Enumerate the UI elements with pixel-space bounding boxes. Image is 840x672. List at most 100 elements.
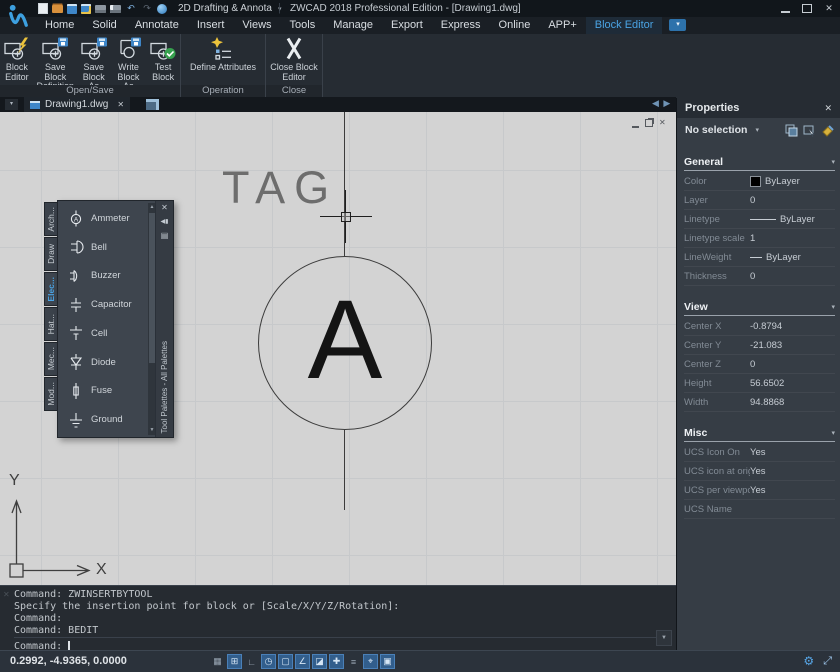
settings-gear-icon[interactable]: ⚙ [803,654,814,668]
property-row-linetype[interactable]: LinetypeByLayer [684,210,835,229]
document-list-dropdown[interactable]: ▾ [5,99,18,110]
new-drawing-button[interactable] [146,99,159,110]
palette-item-bell[interactable]: Bell [58,233,147,262]
palette-autohide-icon[interactable]: ◀▮ [156,215,173,229]
print-icon[interactable] [95,5,106,13]
command-scroll-button[interactable]: ▼ [656,630,672,646]
property-row-thickness[interactable]: Thickness0 [684,267,835,286]
status-toggle-dyn-ucs[interactable]: ✚ [329,654,344,669]
status-toggle-snap[interactable]: ⊞ [227,654,242,669]
property-row-width[interactable]: Width94.8868 [684,393,835,412]
palette-close-icon[interactable]: ✕ [156,201,173,215]
define-attributes-button[interactable]: Define Attributes [189,36,257,73]
palette-item-capacitor[interactable]: Capacitor [58,290,147,319]
ribbon-tab-home[interactable]: Home [36,17,83,34]
toggle-pickadd-icon[interactable] [821,124,834,137]
ribbon-tab-app[interactable]: APP+ [539,17,585,34]
properties-close-icon[interactable]: ✕ [824,103,832,114]
open-folder-icon[interactable] [52,5,63,13]
status-toggle-lineweight[interactable]: ≡ [346,654,361,669]
palette-tab-mod[interactable]: Mod... [44,377,57,411]
property-row-color[interactable]: ColorByLayer [684,172,835,191]
undo-icon[interactable]: ↶ [125,3,137,14]
palette-item-diode[interactable]: Diode [58,348,147,377]
status-toggle-dyn-input[interactable]: ◪ [312,654,327,669]
property-row-ucs-icon-on[interactable]: UCS Icon OnYes [684,443,835,462]
minimize-button[interactable] [781,4,790,13]
value-text: 56.6502 [750,378,784,389]
new-file-icon[interactable] [38,3,48,14]
status-toggle-cursor-badge[interactable]: ⌖ [363,654,378,669]
chevron-down-icon[interactable]: ▾ [831,429,835,437]
status-toggle-grid[interactable]: ▦ [210,654,225,669]
properties-section-misc: Misc▾UCS Icon OnYesUCS icon at originYes… [684,427,835,519]
workspace-selector[interactable]: 2D Drafting & Annota ▾ [178,2,281,15]
property-row-center-z[interactable]: Center Z0 [684,355,835,374]
panel-collapse-arrows-icon[interactable]: ◀ ▶ [652,98,671,109]
viewport-close-button[interactable]: ✕ [659,118,666,128]
save-icon[interactable] [67,4,77,14]
palette-tab-elec[interactable]: Elec... [44,272,57,306]
status-toggle-model-space[interactable]: ▣ [380,654,395,669]
palette-item-ammeter[interactable]: AAmmeter [58,204,147,233]
command-close-icon[interactable]: ✕ [3,590,10,599]
command-window[interactable]: ✕ Command: ZWINSERTBYTOOL Specify the in… [0,585,676,650]
chevron-down-icon[interactable]: ▾ [831,303,835,311]
property-row-ucs-per-viewport[interactable]: UCS per viewportYes [684,481,835,500]
save-block-definition-button[interactable]: Save Block Definition [34,36,77,92]
ribbon-tab-block-editor[interactable]: Block Editor [586,17,663,34]
block-editor-button[interactable]: Block Editor [0,36,34,82]
ribbon-tab-overflow-button[interactable]: ▾ [669,19,686,31]
chevron-down-icon[interactable]: ▾ [755,126,780,134]
document-tab-close-icon[interactable]: ✕ [117,100,124,109]
ribbon-tab-manage[interactable]: Manage [324,17,382,34]
redo-icon[interactable]: ↷ [141,3,153,14]
status-toggle-otrack[interactable]: ∠ [295,654,310,669]
status-toggle-polar[interactable]: ◷ [261,654,276,669]
palette-tab-mec[interactable]: Mec... [44,342,57,376]
ribbon-tab-solid[interactable]: Solid [83,17,125,34]
palette-item-buzzer[interactable]: Buzzer [58,262,147,291]
ribbon-tab-annotate[interactable]: Annotate [126,17,188,34]
property-row-height[interactable]: Height56.6502 [684,374,835,393]
property-row-linetype-scale[interactable]: Linetype scale1 [684,229,835,248]
plot-preview-icon[interactable] [110,5,121,13]
fullscreen-icon[interactable]: ⤢ [823,655,832,668]
save-block-as-button[interactable]: Save Block As [77,36,111,92]
palette-tab-arch[interactable]: Arch... [44,202,57,236]
palette-tab-draw[interactable]: Draw [44,237,57,271]
property-row-center-y[interactable]: Center Y-21.083 [684,336,835,355]
ribbon-tab-views[interactable]: Views [233,17,280,34]
quick-select-icon[interactable] [785,124,798,137]
ribbon-tab-online[interactable]: Online [490,17,540,34]
document-tab[interactable]: Drawing1.dwg ✕ [24,97,130,112]
status-toggle-ortho[interactable]: ∟ [244,654,259,669]
selection-dropdown[interactable]: No selection [685,124,747,136]
viewport-restore-button[interactable] [645,119,653,127]
property-row-ucs-name[interactable]: UCS Name [684,500,835,519]
maximize-button[interactable] [802,4,812,13]
palette-tab-hat[interactable]: Hat... [44,307,57,341]
write-block-as-button[interactable]: Write Block As [111,36,147,92]
palette-item-fuse[interactable]: Fuse [58,377,147,406]
property-row-ucs-icon-at-origin[interactable]: UCS icon at originYes [684,462,835,481]
palette-item-cell[interactable]: Cell [58,319,147,348]
ribbon-tab-tools[interactable]: Tools [281,17,325,34]
property-row-layer[interactable]: Layer0 [684,191,835,210]
property-row-center-x[interactable]: Center X-0.8794 [684,317,835,336]
close-button[interactable]: ✕ [824,4,834,13]
ribbon-tab-export[interactable]: Export [382,17,432,34]
ribbon-tab-express[interactable]: Express [432,17,490,34]
chevron-down-icon[interactable]: ▾ [831,158,835,166]
save-as-icon[interactable] [81,4,91,14]
palette-item-ground[interactable]: Ground [58,405,147,434]
palette-properties-icon[interactable]: ▤ [156,229,173,243]
close-block-editor-button[interactable]: Close Block Editor [266,36,322,82]
property-row-lineweight[interactable]: LineWeightByLayer [684,248,835,267]
status-toggle-osnap[interactable]: ▢ [278,654,293,669]
ribbon-tab-insert[interactable]: Insert [188,17,234,34]
test-block-button[interactable]: Test Block [146,36,180,82]
online-sphere-icon[interactable] [157,4,167,14]
select-objects-icon[interactable] [803,124,816,137]
viewport-minimize-button[interactable] [632,119,639,128]
